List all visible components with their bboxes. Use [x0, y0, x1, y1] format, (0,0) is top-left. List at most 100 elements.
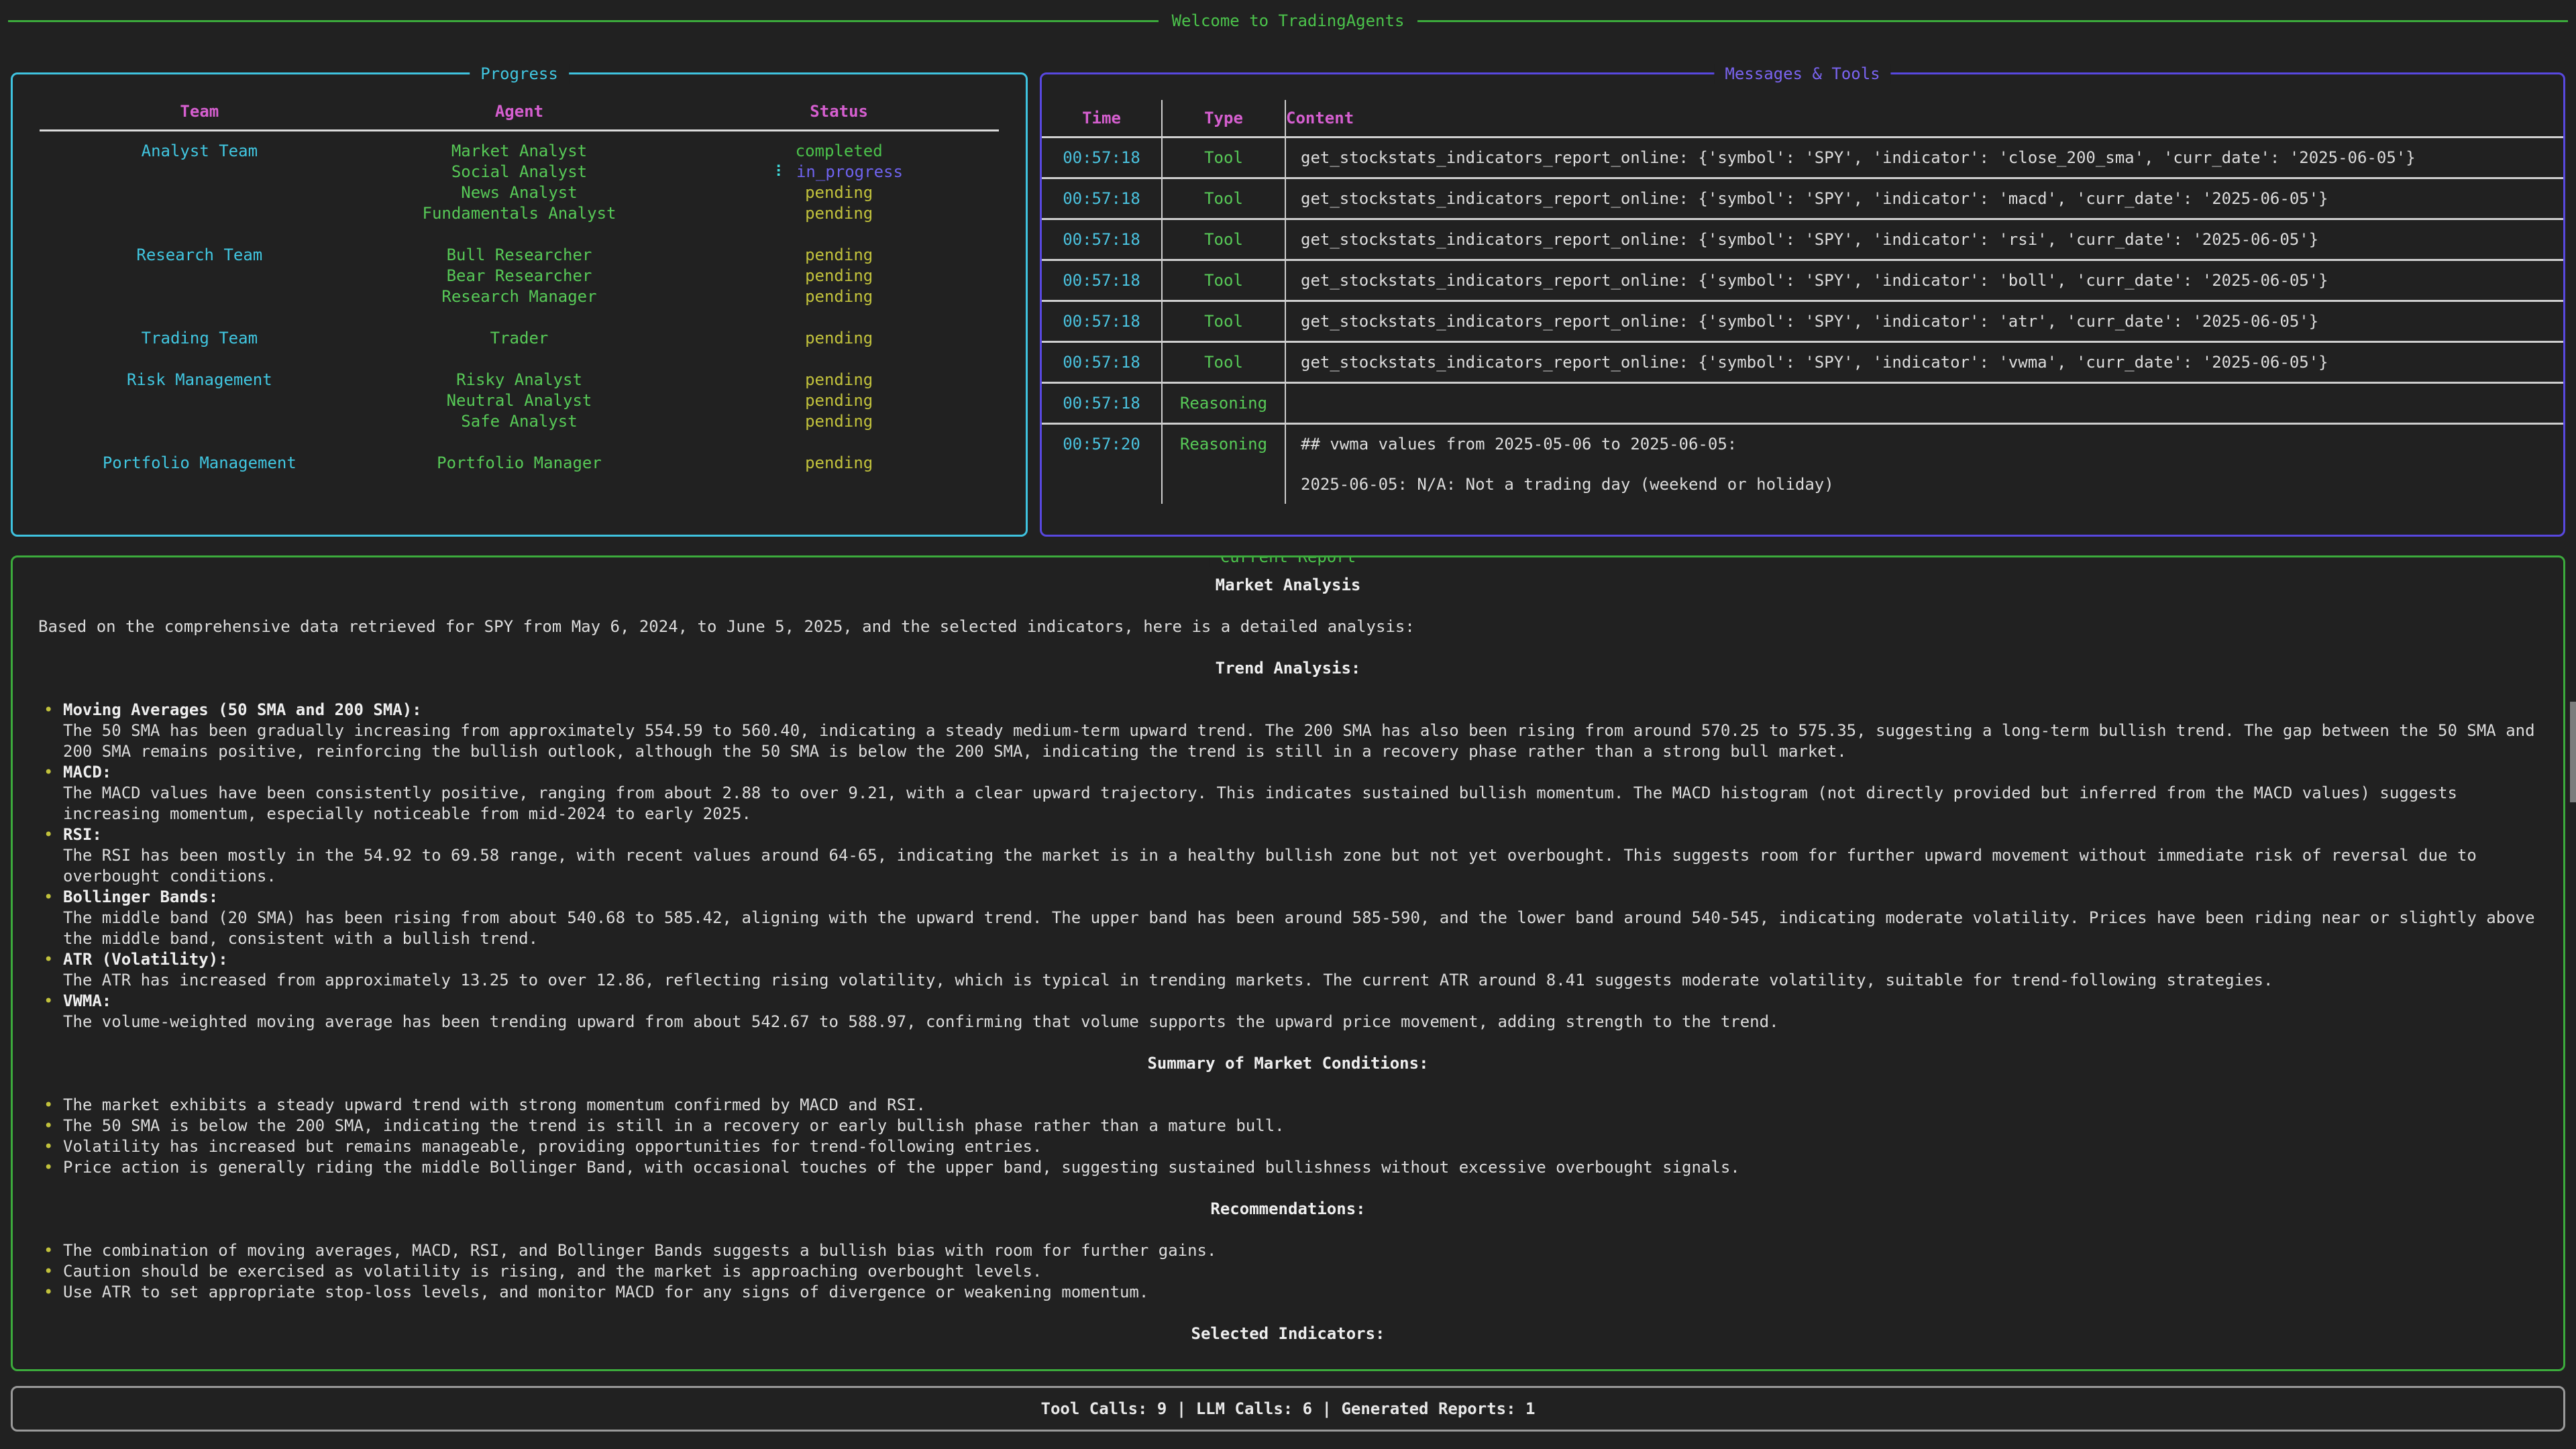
progress-panel-title: Progress	[470, 64, 569, 84]
bullet-label: Bollinger Bands:	[63, 887, 2538, 908]
section-heading: Summary of Market Conditions:	[38, 1053, 2538, 1074]
bullet-label: Moving Averages (50 SMA and 200 SMA):	[63, 700, 2538, 720]
progress-table: Team Agent Status Analyst Team Market An…	[40, 101, 999, 494]
message-time: 00:57:18	[1042, 384, 1163, 423]
bullet-label: ATR (Volatility):	[63, 949, 2538, 970]
message-type: Tool	[1163, 220, 1286, 259]
bullet-text: Volatility has increased but remains man…	[63, 1137, 1042, 1156]
list-item: RSI: The RSI has been mostly in the 54.9…	[38, 824, 2538, 887]
agent-name: Portfolio Manager	[360, 453, 680, 474]
section-divider	[40, 474, 999, 494]
bullet-text: Price action is generally riding the mid…	[63, 1158, 1740, 1177]
bullet-text: The ATR has increased from approximately…	[63, 971, 2273, 989]
message-type: Reasoning	[1163, 425, 1286, 504]
message-type: Tool	[1163, 179, 1286, 218]
status-badge: pending	[679, 328, 999, 349]
list-item: Moving Averages (50 SMA and 200 SMA): Th…	[38, 700, 2538, 762]
team-name: Research Team	[40, 245, 360, 266]
status-badge: pending	[679, 245, 999, 266]
table-row: Bear Researcher pending	[40, 266, 999, 286]
team-name: Analyst Team	[40, 141, 360, 162]
status-badge: completed	[679, 141, 999, 162]
bullet-text: The market exhibits a steady upward tren…	[63, 1095, 926, 1114]
column-header-content: Content	[1286, 100, 2563, 136]
column-header-team: Team	[40, 101, 360, 121]
agent-name: Neutral Analyst	[360, 390, 680, 411]
message-time: 00:57:18	[1042, 302, 1163, 341]
table-row: Risk Management Risky Analyst pending	[40, 370, 999, 390]
list-item: VWMA: The volume-weighted moving average…	[38, 991, 2538, 1032]
agent-name: News Analyst	[360, 182, 680, 203]
column-header-type: Type	[1163, 100, 1286, 136]
table-row: Fundamentals Analyst pending	[40, 203, 999, 224]
table-row: 00:57:18 Reasoning	[1042, 384, 2563, 425]
message-time: 00:57:18	[1042, 179, 1163, 218]
table-row: Social Analyst ⠇in_progress	[40, 162, 999, 182]
agent-name: Fundamentals Analyst	[360, 203, 680, 224]
progress-table-header: Team Agent Status	[40, 101, 999, 131]
bullet-text: Caution should be exercised as volatilit…	[63, 1262, 1042, 1281]
messages-tools-panel: Messages & Tools Time Type Content 00:57…	[1040, 72, 2565, 537]
list-item: ATR (Volatility): The ATR has increased …	[38, 949, 2538, 991]
list-item: The 50 SMA is below the 200 SMA, indicat…	[38, 1116, 2538, 1136]
message-content: get_stockstats_indicators_report_online:…	[1286, 138, 2563, 177]
table-row: 00:57:18 Tool get_stockstats_indicators_…	[1042, 179, 2563, 220]
table-row: Neutral Analyst pending	[40, 390, 999, 411]
table-row: 00:57:18 Tool get_stockstats_indicators_…	[1042, 302, 2563, 343]
agent-name: Risky Analyst	[360, 370, 680, 390]
bullet-text: The 50 SMA has been gradually increasing…	[63, 721, 2535, 761]
bullet-text: The middle band (20 SMA) has been rising…	[63, 908, 2535, 948]
bullet-text: The 50 SMA is below the 200 SMA, indicat…	[63, 1116, 1285, 1135]
table-row: 00:57:18 Tool get_stockstats_indicators_…	[1042, 138, 2563, 179]
list-item: Volatility has increased but remains man…	[38, 1136, 2538, 1157]
table-row: Portfolio Management Portfolio Manager p…	[40, 453, 999, 474]
message-time: 00:57:18	[1042, 261, 1163, 300]
table-row: Research Team Bull Researcher pending	[40, 245, 999, 266]
status-badge: pending	[679, 266, 999, 286]
bullet-list: The market exhibits a steady upward tren…	[38, 1095, 2538, 1178]
list-item: Caution should be exercised as volatilit…	[38, 1261, 2538, 1282]
list-item: Bollinger Bands: The middle band (20 SMA…	[38, 887, 2538, 949]
app-title-rule: Welcome to TradingAgents	[8, 11, 2568, 31]
section-heading: Selected Indicators:	[38, 1324, 2538, 1344]
list-item: The market exhibits a steady upward tren…	[38, 1095, 2538, 1116]
table-row: Trading Team Trader pending	[40, 328, 999, 349]
status-badge: ⠇in_progress	[679, 162, 999, 182]
list-item: The combination of moving averages, MACD…	[38, 1240, 2538, 1261]
message-type: Tool	[1163, 261, 1286, 300]
message-content: get_stockstats_indicators_report_online:…	[1286, 343, 2563, 382]
agent-name: Social Analyst	[360, 162, 680, 182]
spinner-icon: ⠇	[775, 162, 787, 181]
message-time: 00:57:20	[1042, 425, 1163, 504]
report-heading: Market Analysis	[38, 575, 2538, 596]
column-header-time: Time	[1042, 100, 1163, 136]
agent-name: Research Manager	[360, 286, 680, 307]
progress-panel: Progress Team Agent Status Analyst Team …	[11, 72, 1028, 537]
section-heading: Recommendations:	[38, 1199, 2538, 1220]
message-time: 00:57:18	[1042, 138, 1163, 177]
team-name: Portfolio Management	[40, 453, 360, 474]
table-row: Research Manager pending	[40, 286, 999, 307]
bullet-text: The volume-weighted moving average has b…	[63, 1012, 1779, 1031]
report-intro: Based on the comprehensive data retrieve…	[38, 616, 2538, 637]
message-type: Tool	[1163, 138, 1286, 177]
message-content	[1286, 384, 2563, 423]
status-badge: pending	[679, 370, 999, 390]
current-report-panel-title: Current Report	[1210, 555, 1366, 567]
agent-name: Trader	[360, 328, 680, 349]
table-row: News Analyst pending	[40, 182, 999, 203]
message-content: get_stockstats_indicators_report_online:…	[1286, 261, 2563, 300]
scrollbar-thumb[interactable]	[2570, 702, 2576, 802]
column-header-agent: Agent	[360, 101, 680, 121]
table-row: 00:57:20 Reasoning ## vwma values from 2…	[1042, 425, 2563, 504]
message-content: get_stockstats_indicators_report_online:…	[1286, 220, 2563, 259]
status-badge: pending	[679, 453, 999, 474]
agent-name: Market Analyst	[360, 141, 680, 162]
bullet-label: MACD:	[63, 762, 2538, 783]
messages-table: Time Type Content 00:57:18 Tool get_stoc…	[1042, 100, 2563, 504]
stats-text: Tool Calls: 9 | LLM Calls: 6 | Generated…	[1041, 1399, 1536, 1419]
app-title: Welcome to TradingAgents	[1172, 11, 1405, 31]
status-badge: pending	[679, 286, 999, 307]
table-row: Analyst Team Market Analyst completed	[40, 131, 999, 162]
table-row: 00:57:18 Tool get_stockstats_indicators_…	[1042, 261, 2563, 302]
